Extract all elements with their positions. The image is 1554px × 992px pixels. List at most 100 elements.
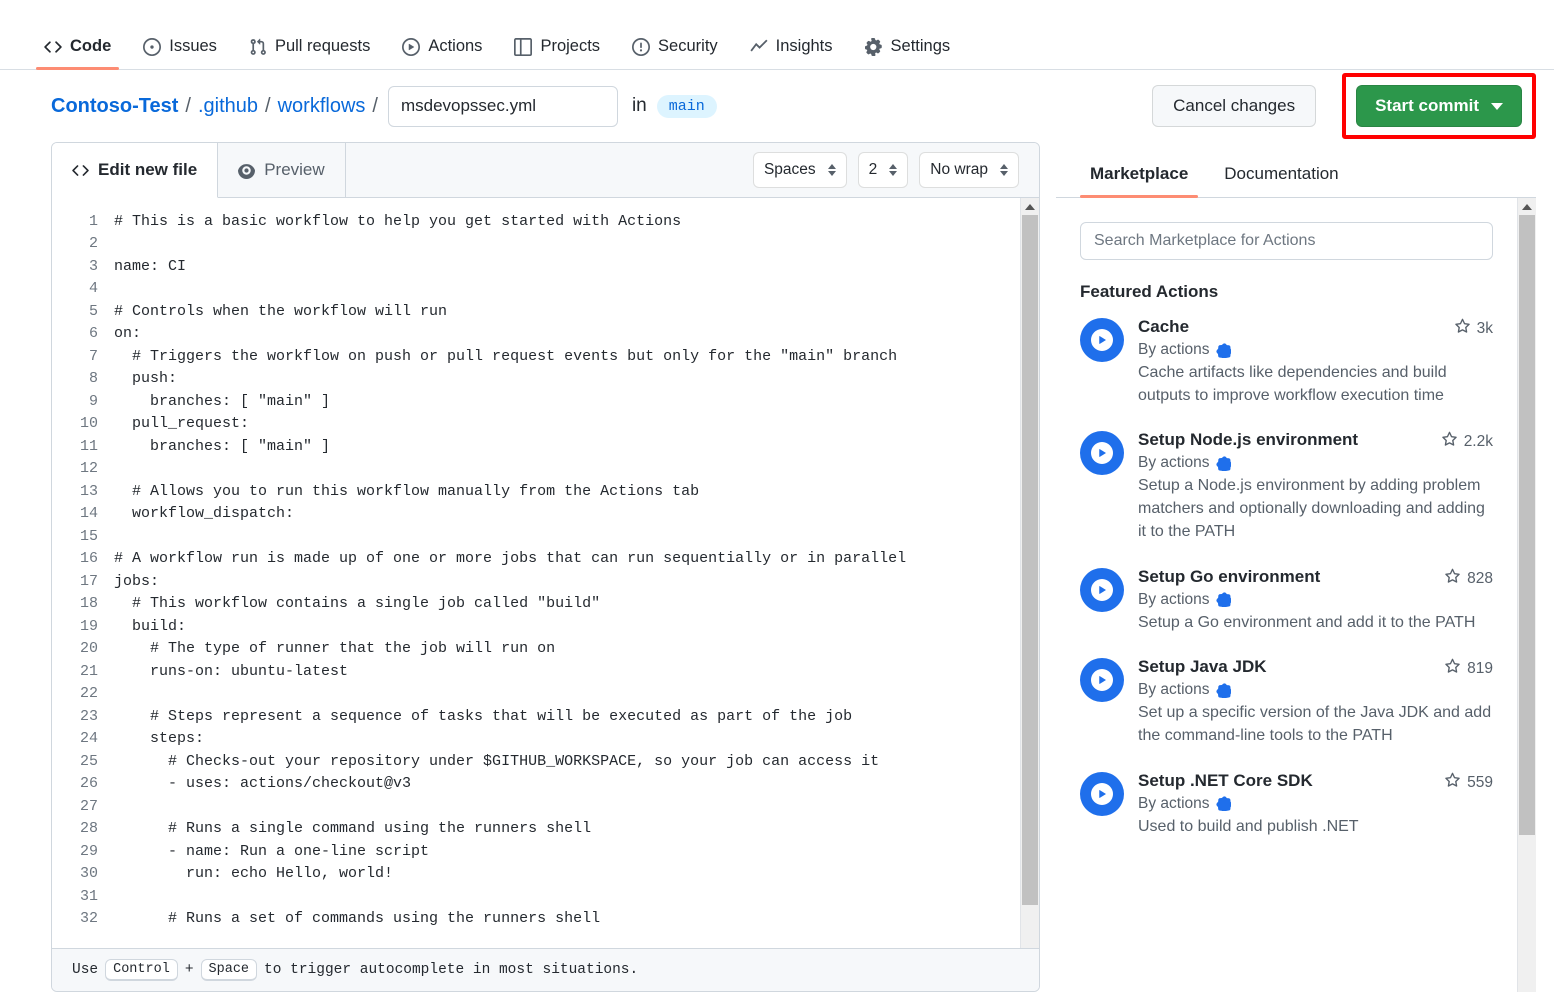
- marketplace-scrollbar[interactable]: [1517, 198, 1536, 992]
- hint-tail: to trigger autocomplete in most situatio…: [264, 962, 638, 978]
- code-line: 31: [52, 885, 1020, 908]
- line-content: # Runs a single command using the runner…: [114, 820, 591, 837]
- line-content: branches: [ "main" ]: [114, 393, 330, 410]
- code-line: 21 runs-on: ubuntu-latest: [52, 660, 1020, 683]
- nav-item-security[interactable]: Security: [622, 37, 728, 69]
- line-content: jobs:: [114, 573, 159, 590]
- scrollbar-thumb[interactable]: [1519, 215, 1535, 835]
- line-content: on:: [114, 325, 141, 342]
- line-number: 2: [52, 235, 114, 252]
- code-icon: [72, 162, 89, 179]
- action-title[interactable]: Setup Node.js environment: [1138, 429, 1431, 450]
- nav-item-label: Settings: [891, 37, 951, 56]
- marketplace-search-input[interactable]: [1080, 222, 1493, 260]
- filename-input[interactable]: [388, 86, 618, 127]
- line-content: # This workflow contains a single job ca…: [114, 595, 600, 612]
- action-title[interactable]: Setup .NET Core SDK: [1138, 770, 1434, 791]
- verified-badge-icon: [1216, 592, 1231, 607]
- code-line: 5# Controls when the workflow will run: [52, 300, 1020, 323]
- scroll-up-icon[interactable]: [1021, 198, 1039, 215]
- editor-settings: Spaces 2 No wrap: [753, 143, 1039, 197]
- nav-item-insights[interactable]: Insights: [740, 37, 843, 69]
- breadcrumb-folder-workflows[interactable]: workflows: [278, 95, 366, 118]
- nav-item-issues[interactable]: Issues: [133, 37, 227, 69]
- code-line: 15: [52, 525, 1020, 548]
- nav-item-settings[interactable]: Settings: [855, 37, 961, 69]
- kbd-space: Space: [201, 959, 258, 981]
- indent-mode-select[interactable]: Spaces: [753, 152, 847, 188]
- nav-item-pull-requests[interactable]: Pull requests: [239, 37, 380, 69]
- line-content: # The type of runner that the job will r…: [114, 640, 555, 657]
- tab-edit-new-file[interactable]: Edit new file: [52, 143, 218, 198]
- line-content: run: echo Hello, world!: [114, 865, 393, 882]
- tab-label: Edit new file: [98, 160, 197, 180]
- eye-icon: [238, 162, 255, 179]
- action-author-label: By actions: [1138, 795, 1210, 813]
- star-icon: [1444, 658, 1461, 680]
- code-editor-area[interactable]: 1# This is a basic workflow to help you …: [52, 198, 1039, 948]
- action-description: Used to build and publish .NET: [1138, 816, 1493, 839]
- main-content: Edit new file Preview Spaces 2 No wra: [0, 142, 1554, 992]
- action-author: By actions: [1138, 341, 1493, 359]
- line-number: 18: [52, 595, 114, 612]
- scroll-up-icon[interactable]: [1518, 198, 1536, 215]
- cancel-changes-button[interactable]: Cancel changes: [1152, 85, 1316, 127]
- marketplace-action-card[interactable]: Setup Java JDK819By actionsSet up a spec…: [1080, 656, 1493, 747]
- tab-documentation[interactable]: Documentation: [1214, 164, 1348, 197]
- line-number: 25: [52, 753, 114, 770]
- code-line: 23 # Steps represent a sequence of tasks…: [52, 705, 1020, 728]
- kbd-control: Control: [105, 959, 178, 981]
- code-line: 26 - uses: actions/checkout@v3: [52, 773, 1020, 796]
- action-description: Cache artifacts like dependencies and bu…: [1138, 362, 1493, 407]
- line-number: 13: [52, 483, 114, 500]
- chevron-down-icon: [1491, 103, 1503, 110]
- wrap-mode-select[interactable]: No wrap: [919, 152, 1019, 188]
- nav-item-projects[interactable]: Projects: [504, 37, 610, 69]
- marketplace-action-card[interactable]: Cache3kBy actions Cache artifacts like de…: [1080, 316, 1493, 407]
- star-count-value: 828: [1467, 570, 1493, 588]
- action-card-body: Setup .NET Core SDK 559 By actions Used to …: [1138, 770, 1493, 839]
- breadcrumb-folder-github[interactable]: .github: [198, 95, 258, 118]
- shield-icon: [632, 38, 650, 56]
- code-line: 20 # The type of runner that the job wil…: [52, 638, 1020, 661]
- repo-navigation: Code Issues Pull requests Actions Projec…: [0, 0, 1554, 70]
- action-card-header: Cache3k: [1138, 316, 1493, 340]
- start-commit-label: Start commit: [1375, 96, 1479, 116]
- tab-preview[interactable]: Preview: [218, 143, 345, 197]
- featured-actions-heading: Featured Actions: [1080, 282, 1493, 302]
- code-lines[interactable]: 1# This is a basic workflow to help you …: [52, 198, 1020, 948]
- nav-item-code[interactable]: Code: [34, 37, 121, 69]
- action-title[interactable]: Setup Go environment: [1138, 566, 1434, 587]
- indent-size-select[interactable]: 2: [858, 152, 909, 188]
- action-author-label: By actions: [1138, 681, 1210, 699]
- editor-scrollbar[interactable]: [1020, 198, 1039, 948]
- action-author-label: By actions: [1138, 454, 1210, 472]
- action-title[interactable]: Setup Java JDK: [1138, 656, 1434, 677]
- code-line: 6on:: [52, 323, 1020, 346]
- action-title[interactable]: Cache: [1138, 316, 1444, 337]
- featured-actions-list: Cache3kBy actionsCache artifacts like de…: [1080, 316, 1493, 838]
- marketplace-action-card[interactable]: Setup Node.js environment2.2kBy actionsS…: [1080, 429, 1493, 543]
- line-number: 6: [52, 325, 114, 342]
- graph-icon: [750, 38, 768, 56]
- line-content: branches: [ "main" ]: [114, 438, 330, 455]
- tab-marketplace[interactable]: Marketplace: [1080, 164, 1198, 197]
- nav-item-actions[interactable]: Actions: [392, 37, 492, 69]
- action-star-count: 2.2k: [1431, 429, 1493, 453]
- line-content: # Controls when the workflow will run: [114, 303, 447, 320]
- scrollbar-thumb[interactable]: [1022, 215, 1038, 905]
- marketplace-action-card[interactable]: Setup .NET Core SDK 559 By actions Used to …: [1080, 770, 1493, 839]
- marketplace-action-card[interactable]: Setup Go environment828By actionsSetup a…: [1080, 566, 1493, 635]
- start-commit-button[interactable]: Start commit: [1356, 85, 1522, 127]
- star-count-value: 559: [1467, 774, 1493, 792]
- breadcrumb-repo-link[interactable]: Contoso-Test: [51, 95, 178, 118]
- line-number: 4: [52, 280, 114, 297]
- action-card-header: Setup Node.js environment2.2k: [1138, 429, 1493, 453]
- side-panel-body: Featured Actions Cache3kBy actionsCache …: [1056, 198, 1536, 992]
- breadcrumb-separator: /: [372, 95, 378, 118]
- action-star-count: 828: [1434, 566, 1493, 590]
- code-line: 22: [52, 683, 1020, 706]
- branch-badge: main: [657, 95, 717, 118]
- in-label: in: [632, 95, 647, 117]
- line-number: 28: [52, 820, 114, 837]
